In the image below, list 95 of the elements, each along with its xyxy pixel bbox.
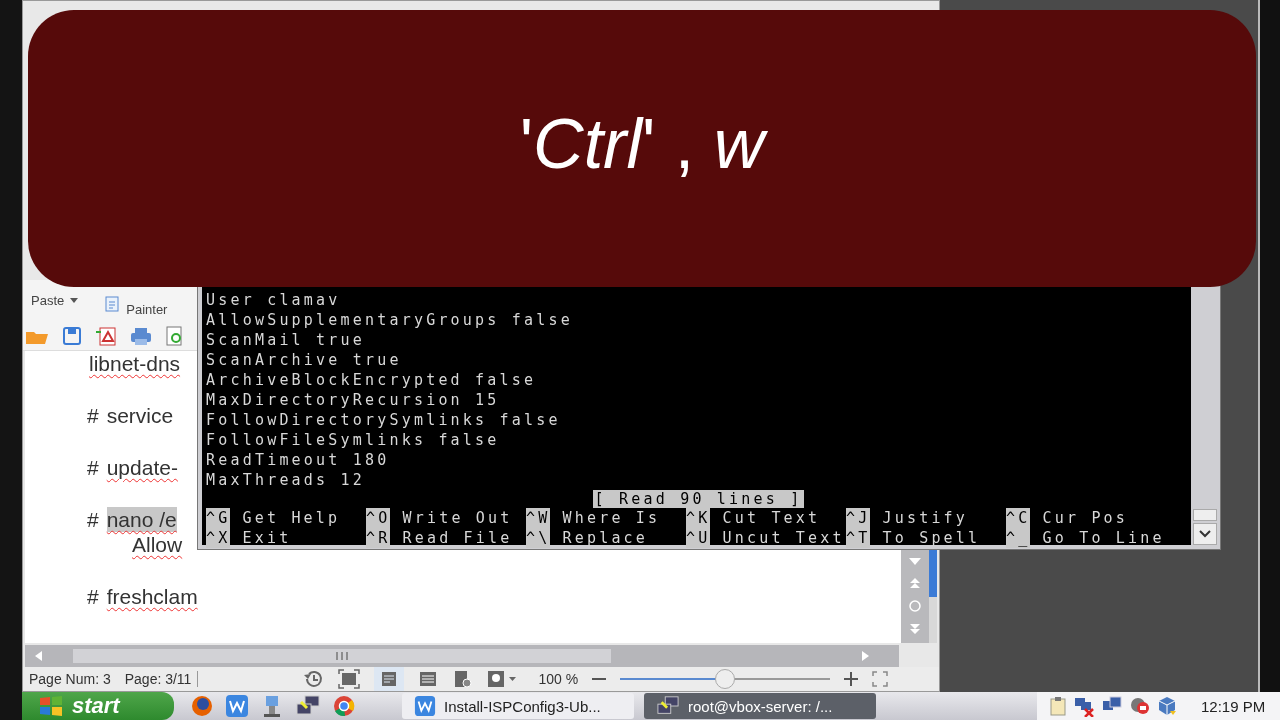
scroll-thumb[interactable]: [929, 549, 937, 597]
virtualbox-icon[interactable]: [1157, 696, 1177, 716]
firefox-icon[interactable]: [190, 694, 214, 718]
scroll-thumb[interactable]: [1193, 509, 1217, 521]
shortcut-label: Write Out: [402, 508, 513, 528]
shortcut-key: ^U: [686, 528, 711, 548]
document-text: freshclam: [106, 584, 198, 609]
scroll-right-icon[interactable]: [861, 650, 871, 662]
hash-mark: #: [87, 507, 99, 532]
document-text: libnet-dns: [89, 351, 181, 376]
outline-view-icon[interactable]: [418, 669, 439, 689]
page-number-text: Page Num: 3: [29, 671, 111, 687]
document-text: update-: [106, 455, 178, 480]
caret-icon: [70, 297, 79, 304]
shortcut-label: Exit: [242, 528, 292, 548]
chevron-down-icon: [1199, 530, 1211, 538]
print-preview-icon[interactable]: [165, 326, 185, 346]
remote-connection-icon: [656, 695, 680, 717]
zoom-in-icon[interactable]: [844, 672, 859, 686]
scrollbar-track[interactable]: [929, 549, 937, 643]
status-message: [ Read 90 lines ]: [592, 490, 805, 508]
shortcut-key: ^_: [1006, 528, 1031, 548]
hash-mark: #: [87, 455, 99, 480]
taskbar-button[interactable]: Install-ISPConfig3-Ub...: [402, 693, 634, 719]
config-line: FollowFileSymlinks false: [206, 430, 501, 450]
fit-window-icon[interactable]: [872, 671, 889, 687]
zoom-slider-thumb[interactable]: [715, 669, 736, 689]
history-icon[interactable]: [302, 669, 325, 689]
config-line: FollowDirectorySymlinks false: [206, 410, 562, 430]
print-icon[interactable]: [130, 326, 152, 346]
writer-icon[interactable]: [225, 694, 249, 718]
shortcut-key: ^W: [526, 508, 551, 528]
start-button[interactable]: start: [22, 692, 174, 720]
browse-object-icon[interactable]: [908, 599, 922, 613]
zoom-out-icon[interactable]: [592, 677, 607, 681]
document-text: nano /e: [106, 507, 177, 532]
document-text: Allow: [132, 532, 183, 557]
grip-icon: [335, 651, 349, 661]
reading-mode-icon[interactable]: [486, 669, 517, 689]
shortcut-key: ^T: [846, 528, 871, 548]
shortcut-key: ^X: [206, 528, 231, 548]
shortcut-key: ^G: [206, 508, 231, 528]
scroll-thumb[interactable]: [73, 649, 611, 663]
config-line: ScanMail true: [206, 330, 366, 350]
shortcut-label: Read File: [402, 528, 513, 548]
shortcut-key: ^R: [366, 528, 391, 548]
windows-flag-icon: [38, 695, 64, 717]
page-view-icon[interactable]: [374, 667, 405, 691]
hash-mark: #: [87, 403, 99, 428]
format-painter-button[interactable]: Painter: [126, 288, 168, 318]
shortcut-label: To Spell: [882, 528, 981, 548]
config-line: AllowSupplementaryGroups false: [206, 310, 574, 330]
shortcut-label: Where Is: [562, 508, 661, 528]
page-count-text: Page: 3/11: [124, 671, 199, 687]
document-text: service: [106, 403, 174, 428]
writer-icon: [414, 695, 436, 717]
shortcut-label: Get Help: [242, 508, 341, 528]
vertical-scrollbar[interactable]: [901, 549, 929, 643]
clipboard-icon[interactable]: [1049, 696, 1067, 716]
scroll-down-icon[interactable]: [908, 557, 922, 567]
shortcut-key: ^\: [526, 528, 551, 548]
shortcut-label: Replace: [562, 528, 649, 548]
scroll-down-button[interactable]: [1193, 523, 1217, 545]
next-page-icon[interactable]: [908, 623, 922, 635]
scroll-left-icon[interactable]: [33, 650, 43, 662]
fullscreen-icon[interactable]: [338, 669, 361, 689]
config-line: MaxDirectoryRecursion 15: [206, 390, 501, 410]
shortcut-key: ^K: [686, 508, 711, 528]
shortcut-label: Uncut Text: [722, 528, 845, 548]
shortcut-label: Cur Pos: [1042, 508, 1129, 528]
config-line: ArchiveBlockEncrypted false: [206, 370, 538, 390]
shortcut-label: Justify: [882, 508, 969, 528]
web-layout-icon[interactable]: [452, 669, 473, 689]
horizontal-scrollbar[interactable]: [25, 645, 899, 667]
config-line: User clamav: [206, 290, 342, 310]
config-line: ScanArchive true: [206, 350, 403, 370]
network-disconnected-icon[interactable]: [1073, 695, 1095, 717]
taskbar-button[interactable]: root@vbox-server: /...: [644, 693, 876, 719]
paste-button[interactable]: Paste: [29, 288, 81, 308]
config-line: MaxThreads 12: [206, 470, 366, 490]
hash-mark: #: [87, 584, 99, 609]
config-line: ReadTimeout 180: [206, 450, 391, 470]
chrome-icon[interactable]: [332, 694, 356, 718]
shortcut-key: ^O: [366, 508, 391, 528]
shortcut-key: ^C: [1006, 508, 1031, 528]
zoom-slider[interactable]: [620, 669, 831, 689]
shortcut-label: Go To Line: [1042, 528, 1165, 548]
save-icon[interactable]: [62, 326, 82, 346]
previous-page-icon[interactable]: [908, 577, 922, 589]
clock-text: 12:19 PM: [1201, 697, 1266, 715]
shortcut-key: ^J: [846, 508, 871, 528]
shortcut-label: Cut Text: [722, 508, 821, 528]
zoom-level-text: 100 %: [538, 671, 579, 687]
pdf-export-icon[interactable]: [95, 326, 117, 346]
security-icon[interactable]: [1129, 696, 1151, 716]
